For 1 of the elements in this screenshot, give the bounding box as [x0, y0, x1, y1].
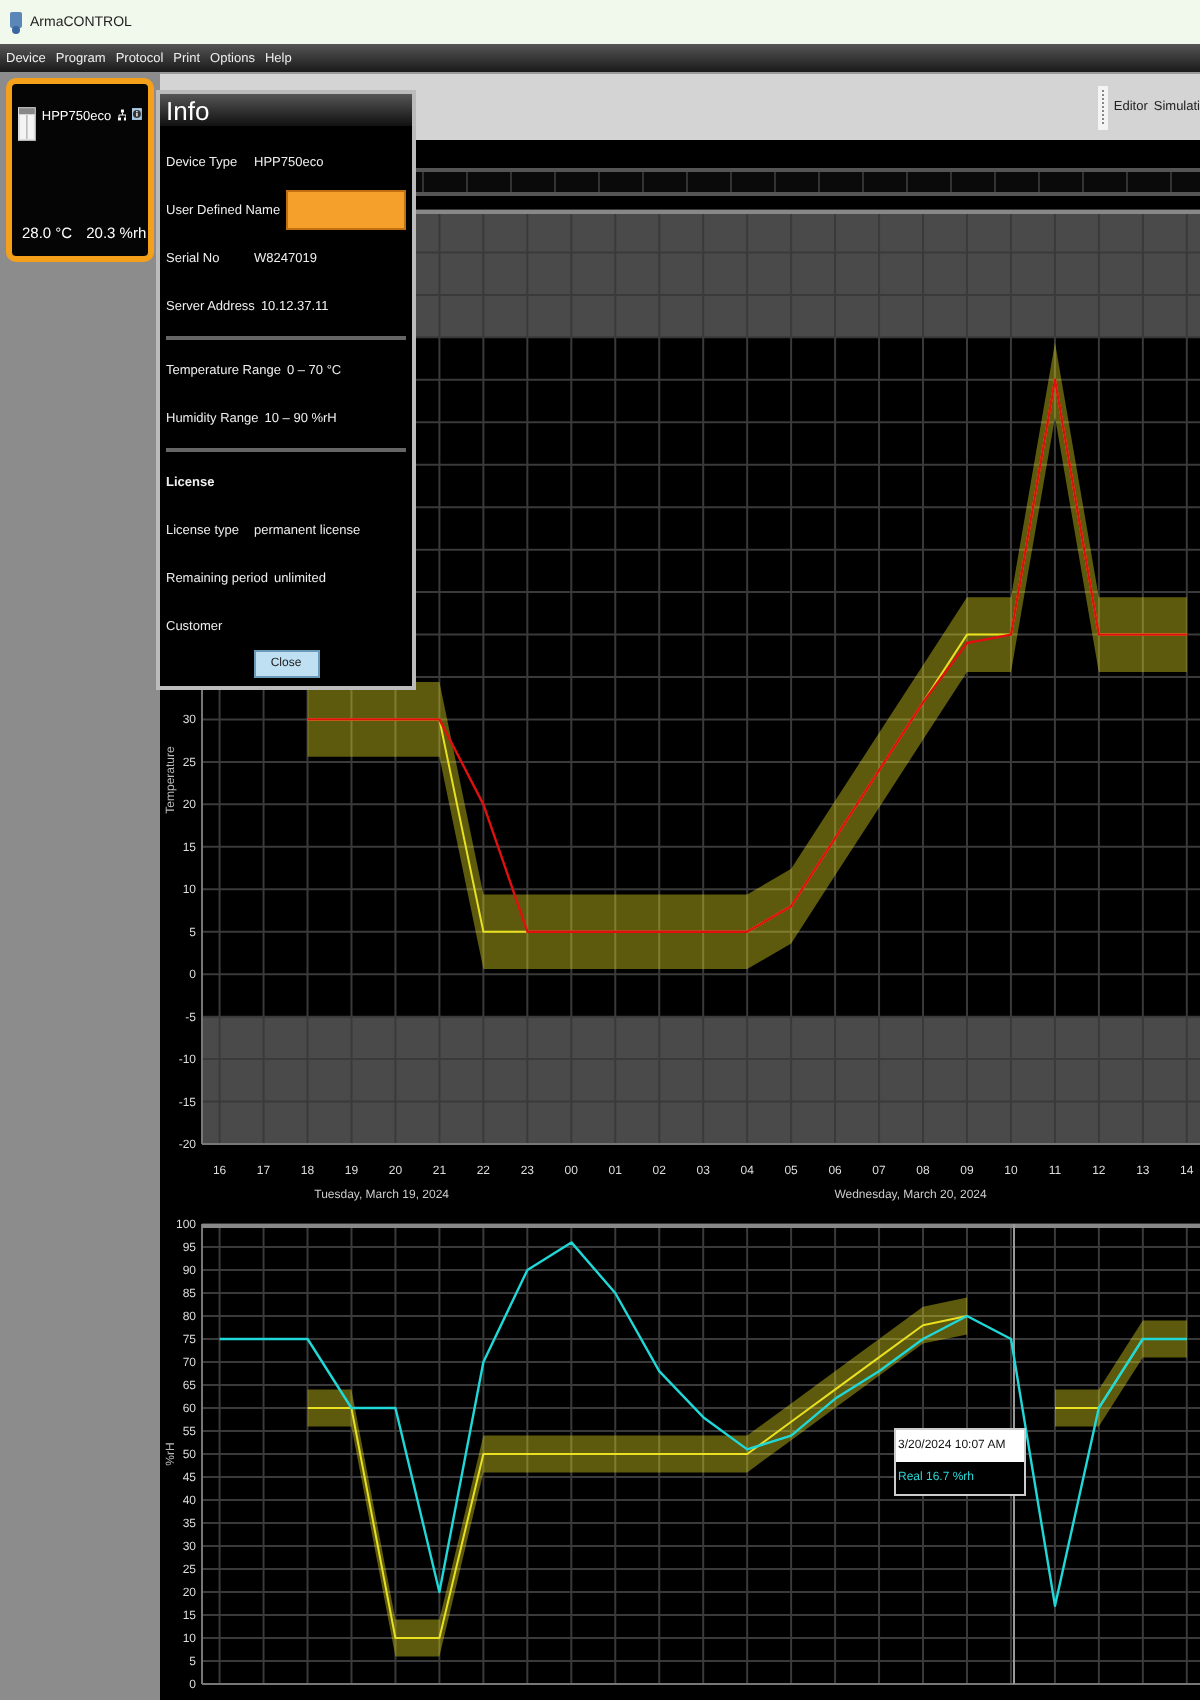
dialog-title: Info: [166, 95, 210, 125]
